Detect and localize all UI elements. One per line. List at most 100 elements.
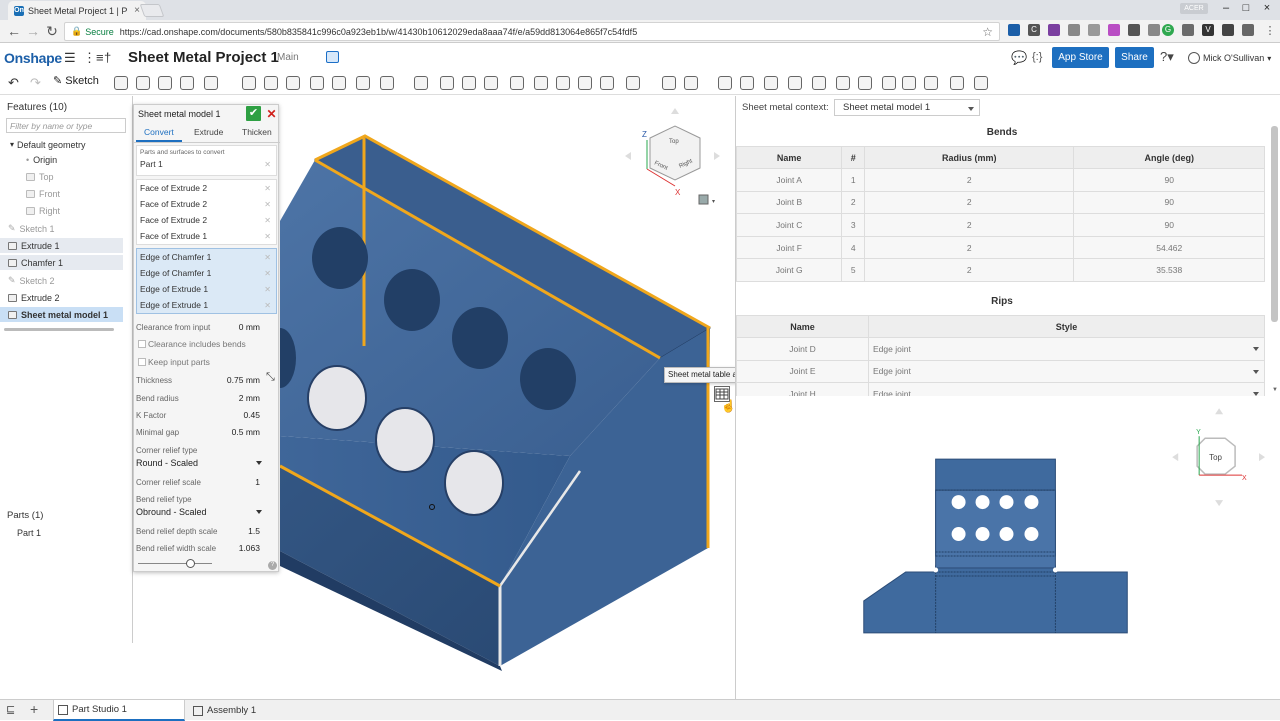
view-mode-chevron-icon[interactable]: ▾ — [712, 199, 715, 205]
bends-column-header[interactable]: Radius (mm) — [864, 146, 1075, 169]
hamburger-menu-icon[interactable]: ☰ — [64, 50, 76, 66]
browser-tab[interactable]: On Sheet Metal Project 1 | P × — [8, 1, 146, 20]
bend-relief-width-input[interactable]: 1.063 — [200, 543, 260, 553]
feature-item[interactable]: ▾ Default geometry — [0, 137, 123, 152]
feature-item[interactable]: Extrude 1 — [0, 238, 123, 253]
rip-name-cell[interactable]: Joint E — [736, 359, 869, 384]
bend-cell[interactable]: 2 — [841, 190, 866, 215]
cancel-x-button[interactable]: ✕ — [265, 107, 278, 121]
flat-hole[interactable] — [999, 527, 1014, 542]
remove-icon[interactable]: ✕ — [264, 269, 271, 278]
toolbar-tool-icon[interactable] — [136, 76, 150, 90]
k-factor-input[interactable]: 0.45 — [200, 410, 260, 420]
hole[interactable] — [520, 348, 576, 410]
toolbar-tool-icon[interactable] — [812, 76, 826, 90]
variables-icon[interactable]: † — [104, 50, 111, 65]
feature-item[interactable]: ✎ Sketch 2 — [0, 273, 123, 288]
flat-hole[interactable] — [975, 495, 990, 510]
rip-style-select[interactable]: Edge joint — [868, 382, 1265, 396]
extension-c-icon[interactable]: C — [1028, 24, 1040, 36]
flat-hole[interactable] — [951, 527, 966, 542]
scroll-down-icon[interactable]: ▼ — [1272, 387, 1278, 393]
new-tab-button[interactable] — [139, 4, 165, 17]
extension-icon[interactable] — [1148, 24, 1160, 36]
rip-row[interactable]: Joint H Edge joint — [736, 382, 1265, 396]
toolbar-tool-icon[interactable] — [380, 76, 394, 90]
rotate-right-icon[interactable] — [1259, 453, 1266, 462]
bend-row[interactable]: Joint F 4 2 54.462 — [736, 235, 1265, 260]
relief-slider-track[interactable] — [138, 563, 212, 564]
toolbar-tool-icon[interactable] — [462, 76, 476, 90]
bend-cell[interactable]: Joint F — [736, 235, 843, 260]
toolbar-tool-icon[interactable] — [180, 76, 194, 90]
maximize-icon[interactable]: □ — [1236, 2, 1256, 14]
corner-relief-type-select[interactable]: Round - Scaled — [136, 458, 262, 468]
feature-list-icon[interactable]: ⋮≡ — [83, 50, 104, 66]
face-row[interactable]: Face of Extrude 2 ✕ — [137, 196, 276, 212]
rip-name-cell[interactable]: Joint H — [736, 382, 869, 396]
flat-hole[interactable] — [975, 527, 990, 542]
hole[interactable] — [375, 407, 435, 473]
feature-item[interactable]: ✎ Sketch 1 — [0, 221, 123, 236]
redo-icon[interactable]: ↷ — [30, 75, 41, 91]
bend-row[interactable]: Joint G 5 2 35.538 — [736, 258, 1265, 282]
reload-icon[interactable]: ↻ — [44, 23, 60, 40]
toolbar-tool-icon[interactable] — [414, 76, 428, 90]
edge-row[interactable]: Edge of Extrude 1 ✕ — [137, 297, 276, 313]
toolbar-tool-icon[interactable] — [924, 76, 938, 90]
bend-cell[interactable]: 2 — [864, 235, 1075, 260]
rips-column-header[interactable]: Style — [868, 315, 1265, 338]
toolbar-tool-icon[interactable] — [718, 76, 732, 90]
help-icon[interactable]: ?▾ — [1160, 49, 1174, 65]
remove-icon[interactable]: ✕ — [264, 301, 271, 310]
bend-row[interactable]: Joint C 3 2 90 — [736, 213, 1265, 237]
bend-row[interactable]: Joint A 1 2 90 — [736, 168, 1265, 192]
sheet-metal-context-select[interactable]: Sheet metal model 1 — [834, 99, 980, 116]
toolbar-tool-icon[interactable] — [662, 76, 676, 90]
featurescript-icon[interactable]: {:} — [1032, 51, 1042, 63]
bend-cell[interactable]: Joint C — [736, 213, 843, 237]
toolbar-tool-icon[interactable] — [684, 76, 698, 90]
sketch-button[interactable]: ✎ Sketch — [53, 74, 99, 87]
rotate-down-icon[interactable] — [1215, 500, 1224, 507]
flip-direction-icon[interactable]: ⤡ — [266, 371, 275, 384]
bend-cell[interactable]: 2 — [864, 213, 1075, 237]
toolbar-tool-icon[interactable] — [764, 76, 778, 90]
thickness-input[interactable]: 0.75 mm — [200, 375, 260, 385]
toolbar-tool-icon[interactable] — [902, 76, 916, 90]
bend-cell[interactable]: 5 — [841, 258, 866, 282]
feature-filter-input[interactable]: Filter by name or type — [6, 118, 126, 133]
extension-icon[interactable] — [1008, 24, 1020, 36]
add-tab-icon[interactable]: + — [30, 701, 38, 717]
onshape-logo[interactable]: Onshape — [4, 50, 62, 66]
minimal-gap-input[interactable]: 0.5 mm — [200, 427, 260, 437]
undo-icon[interactable]: ↶ — [8, 75, 19, 91]
table-scrollbar[interactable] — [1271, 126, 1278, 322]
clearance-bends-checkbox[interactable] — [138, 340, 146, 348]
minimize-icon[interactable]: – — [1216, 2, 1236, 14]
rip-style-select[interactable]: Edge joint — [868, 337, 1265, 361]
toolbar-tool-icon[interactable] — [950, 76, 964, 90]
bends-column-header[interactable]: Name — [736, 146, 843, 169]
rips-column-header[interactable]: Name — [736, 315, 869, 338]
flat-hole[interactable] — [999, 495, 1014, 510]
tab-convert[interactable]: Convert — [136, 127, 182, 142]
bend-cell[interactable]: Joint B — [736, 190, 843, 215]
parts-to-convert-box[interactable]: Parts and surfaces to convert Part 1 ✕ — [136, 145, 277, 176]
keep-input-checkbox[interactable] — [138, 358, 146, 366]
document-title[interactable]: Sheet Metal Project 1 — [128, 49, 279, 66]
toolbar-tool-icon[interactable] — [578, 76, 592, 90]
feature-item[interactable]: Chamfer 1 — [0, 255, 123, 270]
remove-icon[interactable]: ✕ — [264, 285, 271, 294]
toolbar-tool-icon[interactable] — [484, 76, 498, 90]
toolbar-tool-icon[interactable] — [440, 76, 454, 90]
rotate-left-icon[interactable] — [625, 152, 631, 160]
rotate-right-icon[interactable] — [714, 152, 720, 160]
feature-item[interactable]: Top — [0, 169, 123, 184]
bend-relief-depth-input[interactable]: 1.5 — [200, 526, 260, 536]
toolbar-tool-icon[interactable] — [204, 76, 218, 90]
rip-style-select[interactable]: Edge joint — [868, 359, 1265, 384]
extension-v-icon[interactable]: V — [1202, 24, 1214, 36]
bend-cell[interactable]: 54.462 — [1073, 235, 1265, 260]
branch-label[interactable]: Main — [277, 52, 299, 63]
